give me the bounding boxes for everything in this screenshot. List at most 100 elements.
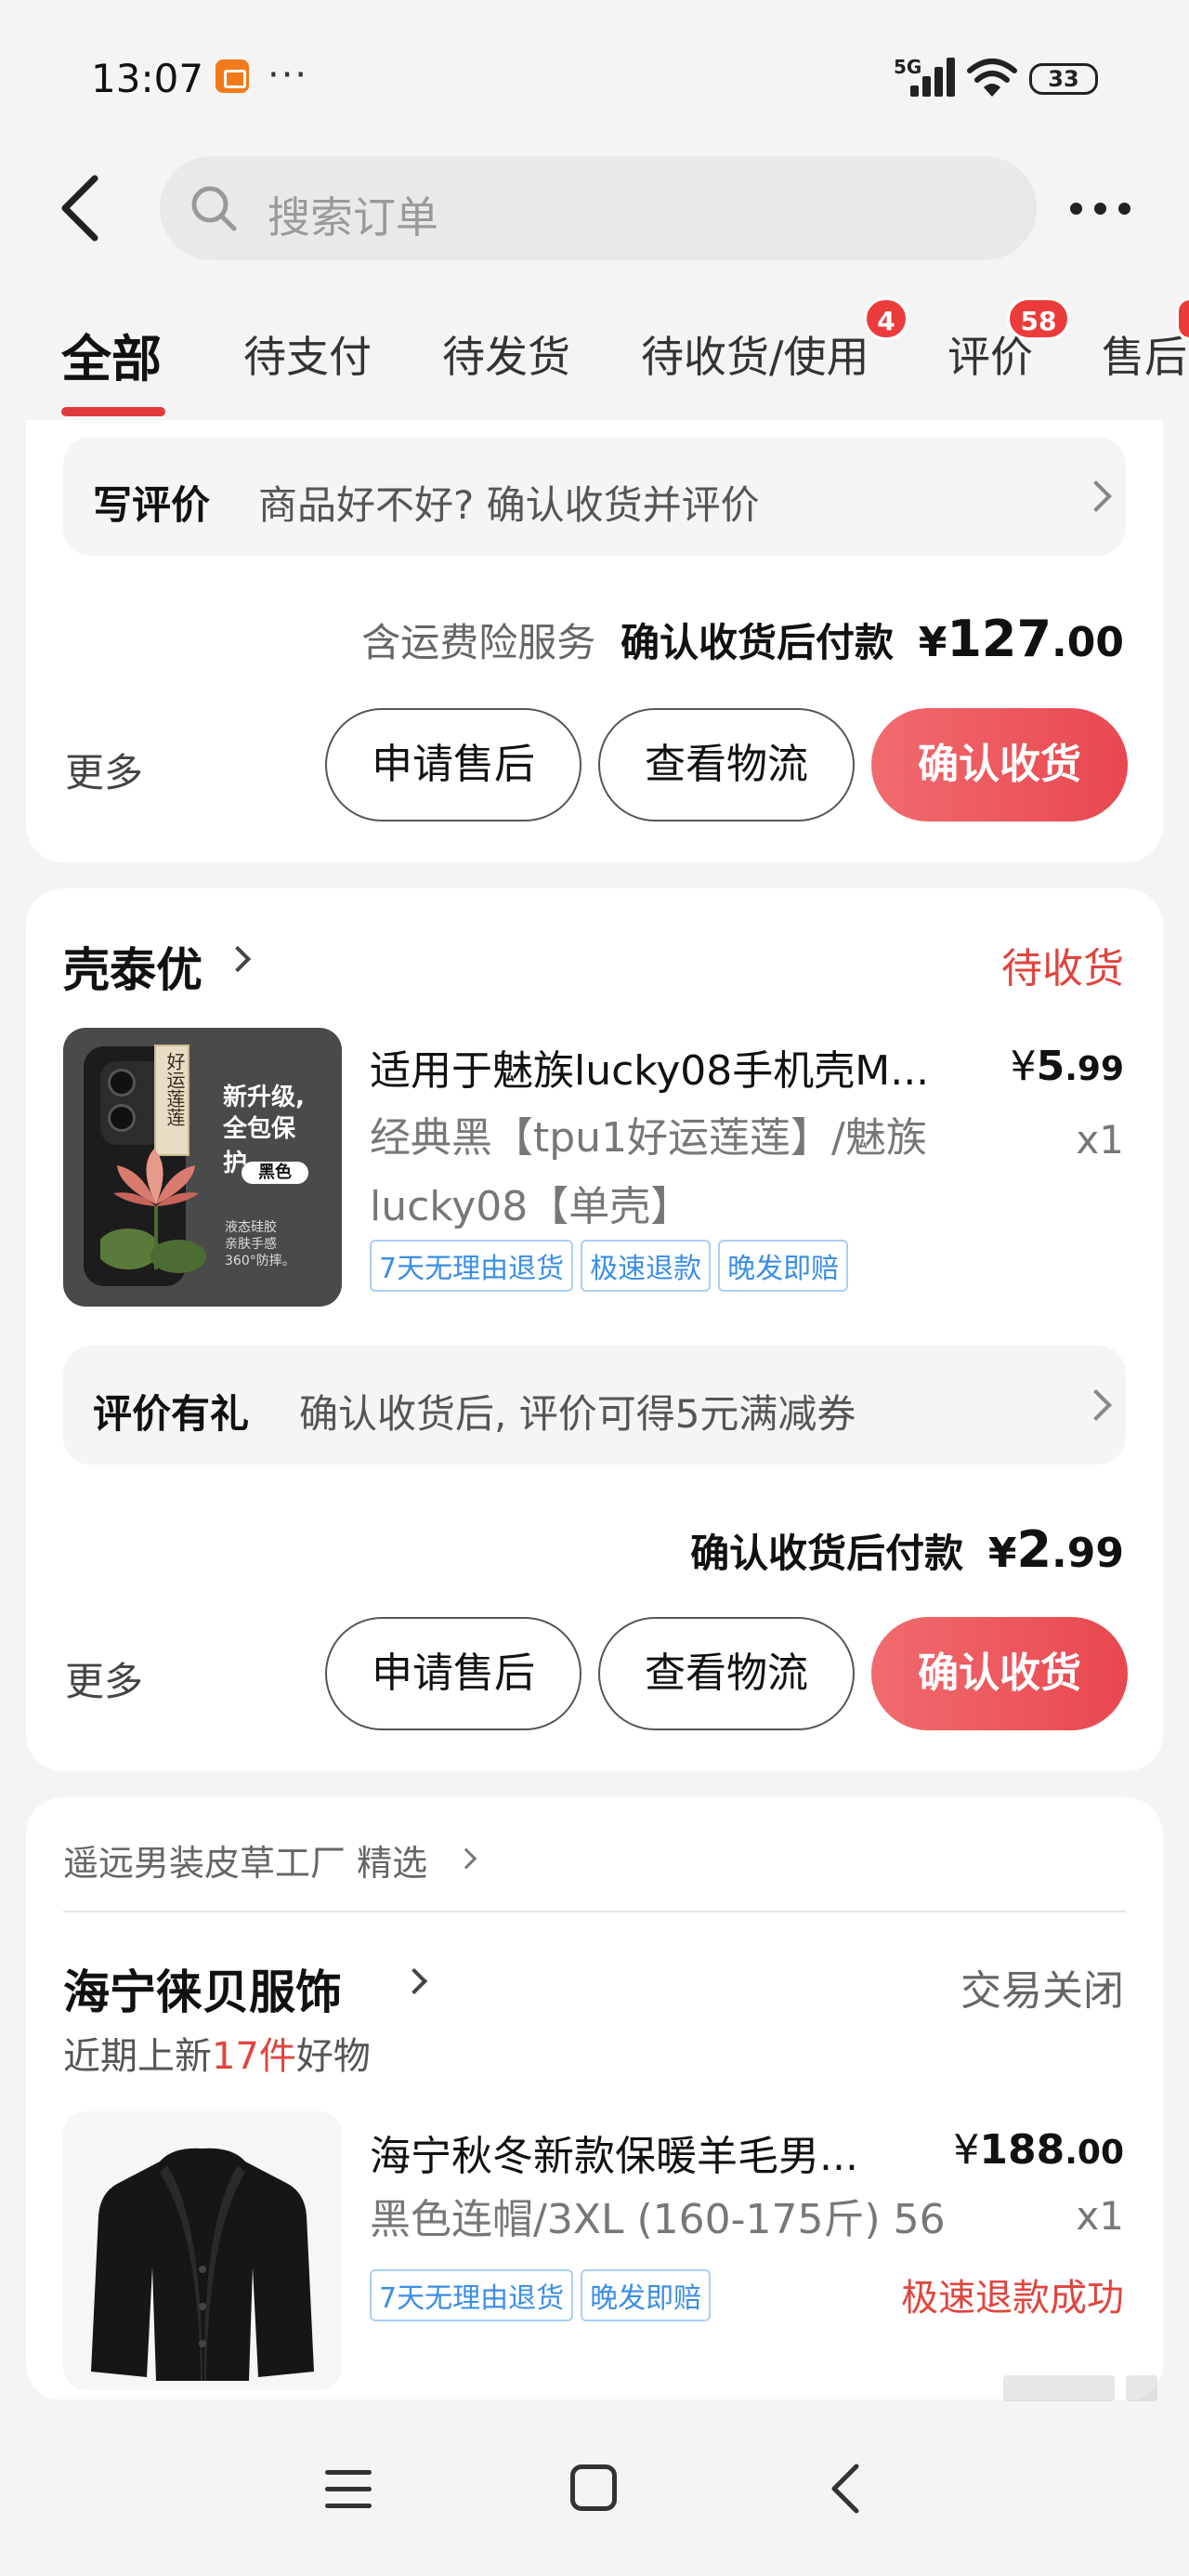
amount-decimal: .99 bbox=[1052, 1530, 1124, 1577]
confirm-receipt-button[interactable]: 确认收货 bbox=[871, 1617, 1128, 1730]
order-card: 遥远男装皮草工厂 精选 海宁徕贝服饰 交易关闭 近期上新17件好物 海宁秋冬新款… bbox=[26, 1797, 1163, 2401]
amount-decimal: .00 bbox=[1052, 619, 1124, 666]
after-sale-badge bbox=[1176, 297, 1189, 340]
tab-pending-shipment[interactable]: 待发货 bbox=[442, 323, 570, 385]
payment-label: 确认收货后付款 bbox=[690, 1531, 964, 1576]
thumb-small-1: 液态硅胶 bbox=[225, 1220, 277, 1235]
more-notifications-icon: ··· bbox=[268, 54, 309, 97]
chevron-right-icon bbox=[224, 945, 252, 973]
refund-status: 极速退款成功 bbox=[901, 2277, 1124, 2320]
product-quantity: x1 bbox=[1076, 1117, 1124, 1163]
logistics-button[interactable]: 查看物流 bbox=[598, 1617, 855, 1730]
thumb-vertical-text: 好运莲莲 bbox=[163, 1052, 186, 1126]
active-tab-indicator bbox=[61, 407, 165, 416]
price-decimal: .00 bbox=[1065, 2134, 1124, 2172]
tab-pending-receipt[interactable]: 待收货/使用 bbox=[641, 323, 869, 385]
thumb-color-tag: 黑色 bbox=[242, 1162, 308, 1184]
service-tag: 晚发即赔 bbox=[718, 1240, 849, 1292]
back-arrow-icon[interactable] bbox=[54, 173, 110, 243]
recommend-store-link[interactable]: 遥远男装皮草工厂 精选 bbox=[63, 1834, 427, 1886]
chevron-right-icon bbox=[455, 1847, 477, 1870]
shop-new-arrivals: 近期上新17件好物 bbox=[63, 2026, 371, 2080]
service-tag: 极速退款 bbox=[581, 1240, 712, 1292]
insurance-note: 含运费险服务 bbox=[361, 620, 596, 665]
order-card: 壳泰优 待收货 好运莲莲 新升级, 全包保护。 黑色 液态硅胶 亲肤手感 360… bbox=[26, 888, 1163, 1771]
amount-integer: 2 bbox=[1016, 1520, 1052, 1579]
currency-symbol: ¥ bbox=[987, 1530, 1017, 1577]
search-placeholder: 搜索订单 bbox=[268, 192, 438, 243]
product-title[interactable]: 适用于魅族lucky08手机壳M... bbox=[370, 1037, 1020, 1097]
review-badge: 58 bbox=[1007, 297, 1070, 340]
recent-apps-icon[interactable] bbox=[325, 2468, 372, 2509]
after-sale-button[interactable]: 申请售后 bbox=[325, 1617, 581, 1730]
app-notification-icon bbox=[216, 59, 249, 93]
status-bar: 13:07 ··· 5G 33 bbox=[0, 0, 1189, 158]
new-arrivals-suffix: 好物 bbox=[295, 2035, 371, 2078]
product-price: ¥5.99 bbox=[1011, 1043, 1124, 1090]
product-spec: 黑色连帽/3XL (160-175斤) 56 bbox=[370, 2196, 946, 2243]
new-arrivals-prefix: 近期上新 bbox=[63, 2035, 212, 2078]
system-back-icon[interactable] bbox=[827, 2463, 864, 2515]
order-status: 交易关闭 bbox=[960, 1967, 1124, 2015]
chevron-right-icon bbox=[1080, 1389, 1112, 1421]
system-nav-bar bbox=[0, 2399, 1189, 2576]
review-reward-text: 确认收货后, 评价可得5元满减券 bbox=[299, 1391, 856, 1437]
product-quantity: x1 bbox=[1076, 2193, 1124, 2239]
thumb-small-2: 亲肤手感 bbox=[225, 1237, 277, 1252]
search-input[interactable]: 搜索订单 bbox=[160, 156, 1037, 260]
service-tags: 7天无理由退货 极速退款 晚发即赔 bbox=[370, 1240, 849, 1292]
currency-symbol: ¥ bbox=[1010, 1043, 1037, 1090]
amount-integer: 127 bbox=[947, 610, 1052, 668]
payment-label: 确认收货后付款 bbox=[620, 620, 894, 665]
write-review-row[interactable]: 写评价 商品好不好? 确认收货并评价 bbox=[63, 437, 1126, 556]
spec-line: lucky08【单壳】 bbox=[370, 1183, 692, 1230]
after-sale-button[interactable]: 申请售后 bbox=[325, 708, 581, 821]
price-decimal: .99 bbox=[1065, 1050, 1124, 1088]
home-icon[interactable] bbox=[570, 2464, 617, 2511]
more-link[interactable]: 更多 bbox=[65, 1650, 143, 1707]
more-link[interactable]: 更多 bbox=[65, 742, 143, 798]
search-icon bbox=[191, 186, 237, 231]
review-reward-label: 评价有礼 bbox=[93, 1391, 250, 1437]
wifi-icon bbox=[967, 59, 1017, 97]
more-options-icon[interactable] bbox=[1066, 190, 1131, 227]
product-price: ¥188.00 bbox=[953, 2126, 1124, 2174]
tab-pending-payment[interactable]: 待支付 bbox=[243, 323, 372, 385]
shop-name[interactable]: 壳泰优 bbox=[63, 933, 203, 1000]
clock-time: 13:07 bbox=[91, 56, 204, 101]
confirm-receipt-button[interactable]: 确认收货 bbox=[871, 708, 1128, 821]
signal-icon bbox=[910, 58, 957, 97]
product-title[interactable]: 海宁秋冬新款保暖羊毛男... bbox=[370, 2123, 908, 2182]
tab-after-sale[interactable]: 售后 bbox=[1102, 323, 1187, 385]
thumb-small-3: 360°防摔。 bbox=[225, 1254, 295, 1268]
order-tabs: 全部 待支付 待发货 待收货/使用 4 评价 58 售后 bbox=[0, 279, 1189, 418]
review-reward-row[interactable]: 评价有礼 确认收货后, 评价可得5元满减券 bbox=[63, 1346, 1126, 1465]
payment-summary: 含运费险服务 确认收货后付款 ¥127.00 bbox=[361, 610, 1124, 668]
order-card: 写评价 商品好不好? 确认收货并评价 含运费险服务 确认收货后付款 ¥127.0… bbox=[26, 420, 1163, 862]
service-tag: 晚发即赔 bbox=[581, 2269, 712, 2321]
logistics-button[interactable]: 查看物流 bbox=[598, 708, 855, 821]
write-review-text: 商品好不好? 确认收货并评价 bbox=[258, 482, 760, 528]
pending-receipt-badge: 4 bbox=[864, 297, 908, 340]
tab-all[interactable]: 全部 bbox=[61, 318, 162, 391]
battery-icon: 33 bbox=[1029, 63, 1098, 95]
thumb-headline-1: 新升级, bbox=[223, 1084, 305, 1111]
payment-summary: 确认收货后付款 ¥2.99 bbox=[690, 1520, 1124, 1579]
product-thumbnail[interactable]: 好运莲莲 新升级, 全包保护。 黑色 液态硅胶 亲肤手感 360°防摔。 bbox=[63, 1028, 342, 1307]
service-tag: 7天无理由退货 bbox=[370, 2269, 574, 2321]
service-tags: 7天无理由退货 晚发即赔 bbox=[370, 2269, 712, 2321]
product-thumbnail[interactable] bbox=[63, 2111, 342, 2390]
chevron-right-icon bbox=[1080, 480, 1112, 512]
product-spec: 经典黑【tpu1好运莲莲】/魅族 lucky08【单壳】 bbox=[370, 1104, 927, 1242]
price-integer: 188 bbox=[979, 2126, 1065, 2174]
spec-line: 经典黑【tpu1好运莲莲】/魅族 bbox=[370, 1114, 927, 1162]
currency-symbol: ¥ bbox=[953, 2126, 980, 2174]
new-arrivals-count: 17件 bbox=[212, 2035, 296, 2078]
watermark-logo bbox=[1003, 2375, 1157, 2401]
coat-image bbox=[91, 2148, 314, 2381]
lotus-illustration bbox=[100, 1149, 206, 1273]
chevron-right-icon bbox=[400, 1967, 428, 1995]
service-tag: 7天无理由退货 bbox=[370, 1240, 574, 1292]
shop-name[interactable]: 海宁徕贝服饰 bbox=[63, 1955, 342, 2022]
write-review-label: 写评价 bbox=[93, 482, 211, 528]
